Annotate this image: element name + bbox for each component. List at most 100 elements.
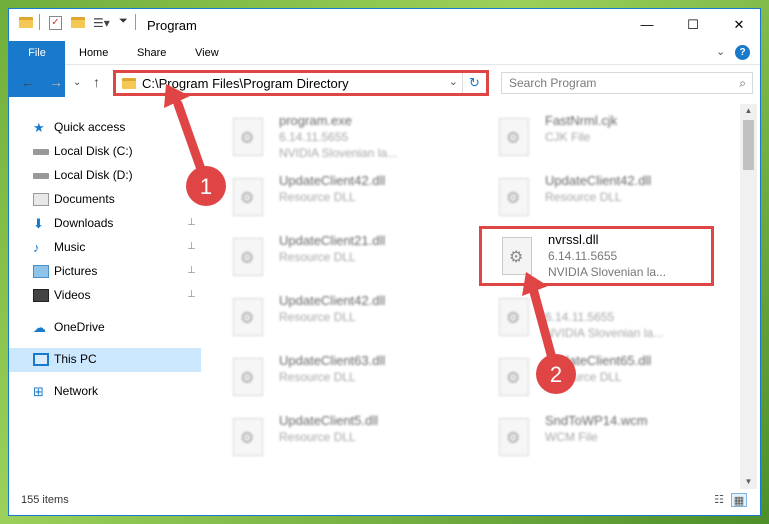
quick-access-dropdown-icon[interactable]: ⏷ <box>119 15 128 28</box>
scroll-down-icon[interactable]: ▼ <box>740 475 757 489</box>
details-view-icon[interactable]: ☷ <box>711 493 727 507</box>
file-list: ⚙ program.exe 6.14.11.5655 NVIDIA Slovenian… <box>209 104 740 489</box>
network-icon: ⊞ <box>33 384 44 399</box>
gear-icon: ⚙ <box>240 130 255 147</box>
sidebar-item-quick-access[interactable]: ★ Quick access <box>9 116 201 140</box>
star-icon: ★ <box>33 120 45 135</box>
pin-icon[interactable]: ⊥ <box>187 217 196 228</box>
search-icon[interactable]: ⌕ <box>739 76 746 91</box>
maximize-button[interactable]: ☐ <box>670 9 716 41</box>
sidebar-item-label: Documents <box>54 192 115 206</box>
tab-share[interactable]: Share <box>123 41 180 65</box>
sidebar-item-local-disk-d[interactable]: Local Disk (D:) <box>9 164 201 188</box>
file-item[interactable]: ⚙ UpdateClient21.dll Resource DLL <box>213 230 448 286</box>
file-detail: Resource DLL <box>545 370 622 384</box>
file-item[interactable]: ⚙ 6.14.11.5655 NVIDIA Slovenian la... <box>479 290 714 346</box>
sidebar-item-pictures[interactable]: Pictures ⊥ <box>9 260 201 284</box>
window-title: Program <box>147 18 197 33</box>
sidebar-item-label: Network <box>54 384 99 398</box>
sidebar-item-videos[interactable]: Videos ⊥ <box>9 284 201 308</box>
file-icon: ⚙ <box>233 298 263 336</box>
file-item[interactable]: ⚙ UpdateClient42.dll Resource DLL <box>213 170 448 226</box>
pin-icon[interactable]: ⊥ <box>187 265 196 276</box>
expand-ribbon-icon[interactable]: ⌄ <box>716 45 725 58</box>
gear-icon: ⚙ <box>509 249 524 266</box>
drive-icon <box>33 173 49 179</box>
large-icons-view-icon[interactable]: ▦ <box>731 493 747 507</box>
help-icon[interactable]: ? <box>735 45 750 60</box>
file-icon: ⚙ <box>233 118 263 156</box>
sidebar-item-label: OneDrive <box>54 320 105 334</box>
file-item[interactable]: ⚙ SndToWP14.wcm WCM File <box>479 410 714 466</box>
address-bar[interactable]: C:\Program Files\Program Directory ⌄ ↻ <box>113 70 489 96</box>
customize-toolbar-icon[interactable]: ☰▾ <box>93 16 110 30</box>
file-icon: ⚙ <box>233 358 263 396</box>
file-name: UpdateClient21.dll <box>279 233 386 248</box>
sidebar-item-network[interactable]: ⊞ Network <box>9 380 201 404</box>
gear-icon: ⚙ <box>240 310 255 327</box>
scroll-up-icon[interactable]: ▲ <box>740 104 757 118</box>
file-icon: ⚙ <box>499 358 529 396</box>
sidebar-item-downloads[interactable]: ⬇ Downloads ⊥ <box>9 212 201 236</box>
sidebar-item-documents[interactable]: Documents <box>9 188 201 212</box>
gear-icon: ⚙ <box>240 370 255 387</box>
file-item[interactable]: ⚙ UpdateClient42.dll Resource DLL <box>213 290 448 346</box>
pin-icon[interactable]: ⊥ <box>187 289 196 300</box>
vertical-scrollbar[interactable]: ▲ ▼ <box>740 104 757 489</box>
address-path[interactable]: C:\Program Files\Program Directory <box>142 76 349 91</box>
file-icon: ⚙ <box>233 238 263 276</box>
tab-home[interactable]: Home <box>65 41 122 65</box>
file-description: NVIDIA Slovenian la... <box>548 265 667 279</box>
properties-icon[interactable]: ✓ <box>49 16 62 30</box>
file-description: NVIDIA Slovenian la... <box>545 326 664 340</box>
sidebar-item-label: Videos <box>54 288 91 302</box>
sidebar-item-label: This PC <box>54 352 97 366</box>
file-detail: CJK File <box>545 130 591 144</box>
file-name: program.exe <box>279 113 352 128</box>
file-item[interactable]: ⚙ UpdateClient5.dll Resource DLL <box>213 410 448 466</box>
file-item[interactable]: ⚙ FastNrml.cjk CJK File <box>479 110 714 166</box>
file-item[interactable]: ⚙ UpdateClient63.dll Resource DLL <box>213 350 448 406</box>
file-item[interactable]: ⚙ UpdateClient42.dll Resource DLL <box>479 170 714 226</box>
sidebar-item-music[interactable]: ♪ Music ⊥ <box>9 236 201 260</box>
forward-button[interactable]: → <box>49 74 63 90</box>
refresh-button[interactable]: ↻ <box>462 73 486 93</box>
file-item[interactable]: ⚙ UpdateClient65.dll Resource DLL <box>479 350 714 406</box>
folder-icon <box>19 17 33 28</box>
up-button[interactable]: ↑ <box>93 74 100 90</box>
scroll-thumb[interactable] <box>743 120 754 170</box>
sidebar-item-label: Quick access <box>54 120 126 134</box>
gear-icon: ⚙ <box>240 250 255 267</box>
file-name: UpdateClient42.dll <box>279 173 386 188</box>
monitor-icon <box>33 353 49 366</box>
divider <box>135 14 136 30</box>
new-folder-icon[interactable] <box>71 17 85 28</box>
divider <box>39 14 40 30</box>
file-icon: ⚙ <box>499 178 529 216</box>
search-input[interactable]: Search Program ⌕ <box>501 72 753 94</box>
minimize-button[interactable]: — <box>624 9 670 41</box>
file-item[interactable]: ⚙ program.exe 6.14.11.5655 NVIDIA Slovenian… <box>213 110 448 166</box>
pin-icon[interactable]: ⊥ <box>187 241 196 252</box>
sidebar-item-local-disk-c[interactable]: Local Disk (C:) <box>9 140 201 164</box>
file-item-highlighted[interactable]: ⚙ nvrssl.dll 6.14.11.5655 NVIDIA Slovenian … <box>479 226 714 286</box>
sidebar-item-this-pc[interactable]: This PC <box>9 348 201 372</box>
videos-icon <box>33 289 49 302</box>
gear-icon: ⚙ <box>506 370 521 387</box>
download-icon: ⬇ <box>33 216 44 231</box>
tab-view[interactable]: View <box>181 41 233 65</box>
file-name: SndToWP14.wcm <box>545 413 648 428</box>
file-icon: ⚙ <box>499 418 529 456</box>
recent-locations-button[interactable]: ⌄ <box>73 77 81 88</box>
close-button[interactable]: ✕ <box>716 9 760 41</box>
sidebar-item-onedrive[interactable]: ☁ OneDrive <box>9 316 201 340</box>
file-name: UpdateClient5.dll <box>279 413 379 428</box>
file-name: UpdateClient42.dll <box>279 293 386 308</box>
back-button[interactable]: ← <box>21 74 35 90</box>
file-detail: 6.14.11.5655 <box>548 249 618 263</box>
file-name: UpdateClient42.dll <box>545 173 652 188</box>
address-dropdown-icon[interactable]: ⌄ <box>449 75 458 88</box>
status-bar: 155 items ☷ ▦ <box>9 489 760 515</box>
file-detail: Resource DLL <box>279 370 356 384</box>
file-icon: ⚙ <box>233 418 263 456</box>
